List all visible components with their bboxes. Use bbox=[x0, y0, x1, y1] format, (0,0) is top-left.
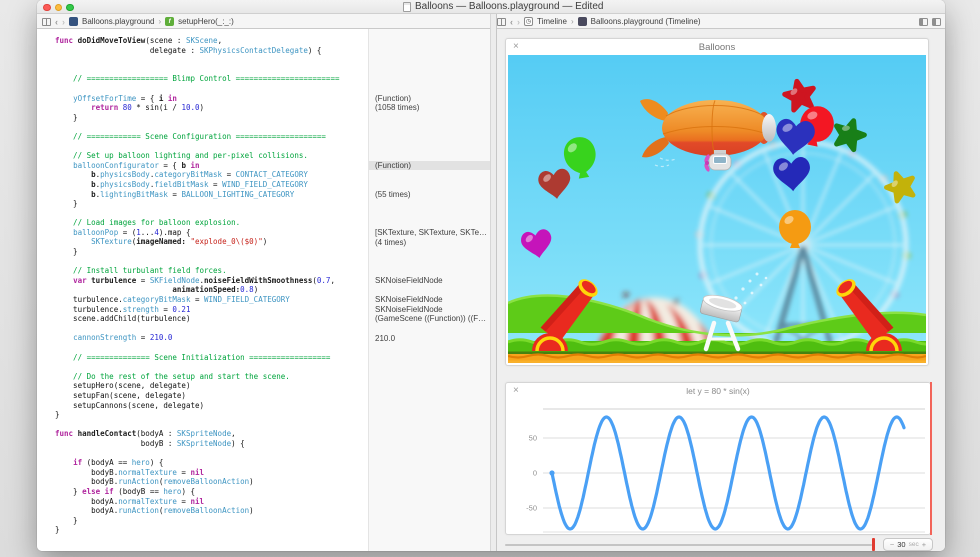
result-value[interactable]: [SKTexture, SKTexture, SKTe… bbox=[369, 228, 490, 238]
scene-result-card: × Balloons bbox=[505, 38, 929, 366]
graph-result-card: × let y = 80 * sin(x) 50 0 -50 bbox=[505, 382, 931, 535]
forward-button[interactable]: › bbox=[517, 17, 520, 27]
graph-card-titlebar: × let y = 80 * sin(x) bbox=[506, 383, 930, 399]
close-icon[interactable]: × bbox=[513, 41, 519, 53]
result-value[interactable]: (1058 times) bbox=[369, 103, 490, 113]
scene-card-titlebar: × Balloons bbox=[506, 39, 928, 55]
timeline-playhead[interactable] bbox=[930, 382, 932, 535]
timeline-scrubber-handle[interactable] bbox=[872, 538, 875, 551]
spritekit-scene-view[interactable] bbox=[508, 55, 926, 363]
split-divider[interactable] bbox=[490, 14, 497, 551]
playground-file-icon bbox=[69, 17, 78, 26]
result-value[interactable]: SKNoiseFieldNode bbox=[369, 305, 490, 315]
xcode-playground-window: Balloons — Balloons.playground — Edited … bbox=[37, 0, 945, 551]
graph-card-title: let y = 80 * sin(x) bbox=[686, 386, 750, 396]
timeline-document-icon bbox=[578, 17, 587, 26]
editor-jump-bar: ‹ › Balloons.playground › f setupHero(_:… bbox=[42, 14, 488, 29]
breadcrumb-timeline[interactable]: Timeline bbox=[537, 17, 567, 26]
timeline-scrubber-track[interactable] bbox=[505, 544, 872, 546]
forward-button[interactable]: › bbox=[62, 17, 65, 27]
result-value[interactable]: 210.0 bbox=[369, 334, 490, 344]
breadcrumb-file[interactable]: Balloons.playground bbox=[82, 17, 155, 26]
close-icon[interactable]: × bbox=[513, 385, 519, 397]
value-history-graph[interactable]: 50 0 -50 bbox=[507, 399, 931, 534]
zoom-window-button[interactable] bbox=[66, 4, 74, 12]
duration-value: 30 bbox=[897, 540, 905, 549]
desktop: Balloons — Balloons.playground — Edited … bbox=[0, 0, 980, 557]
y-axis-label: -50 bbox=[526, 504, 537, 513]
timeline-assistant-panel: × Balloons bbox=[497, 29, 945, 551]
result-value[interactable]: (Function) bbox=[369, 94, 490, 104]
scene-card-title: Balloons bbox=[699, 42, 735, 53]
related-items-icon[interactable] bbox=[497, 18, 506, 26]
related-items-icon[interactable] bbox=[42, 18, 51, 26]
result-value[interactable]: SKNoiseFieldNode bbox=[369, 295, 490, 305]
minimize-window-button[interactable] bbox=[55, 4, 63, 12]
editor-mode-buttons bbox=[919, 18, 941, 26]
duration-unit: sec bbox=[909, 541, 919, 548]
window-content: func doDidMoveToView(scene : SKScene, de… bbox=[37, 29, 945, 551]
decrement-button[interactable]: − bbox=[890, 540, 894, 549]
back-button[interactable]: ‹ bbox=[510, 17, 513, 27]
window-titlebar[interactable]: Balloons — Balloons.playground — Edited bbox=[37, 0, 945, 14]
y-axis-label: 0 bbox=[533, 469, 537, 478]
result-value[interactable]: (4 times) bbox=[369, 238, 490, 248]
timeline-duration-stepper[interactable]: − 30 sec + bbox=[883, 538, 933, 551]
standard-editor-icon[interactable] bbox=[919, 18, 928, 26]
result-value[interactable]: (GameScene ((Function)) ((F… bbox=[369, 314, 490, 324]
traffic-lights bbox=[43, 4, 74, 12]
close-window-button[interactable] bbox=[43, 4, 51, 12]
curve-start-point bbox=[549, 470, 554, 475]
assistant-jump-bar: ‹ › ◷ Timeline › Balloons.playground (Ti… bbox=[497, 14, 941, 29]
source-editor[interactable]: func doDidMoveToView(scene : SKScene, de… bbox=[37, 29, 490, 551]
playground-results-sidebar: (Function)(1058 times)(Function)(55 time… bbox=[368, 29, 490, 551]
breadcrumb-separator: › bbox=[159, 17, 162, 26]
assistant-editor-icon[interactable] bbox=[932, 18, 941, 26]
breadcrumb-symbol[interactable]: setupHero(_:_:) bbox=[178, 17, 234, 26]
timeline-icon: ◷ bbox=[524, 17, 533, 26]
breadcrumb-separator: › bbox=[571, 17, 574, 26]
result-value[interactable]: (55 times) bbox=[369, 190, 490, 200]
window-title: Balloons — Balloons.playground — Edited bbox=[415, 1, 603, 12]
result-value[interactable]: (Function) bbox=[369, 161, 490, 171]
document-proxy-icon[interactable] bbox=[403, 2, 411, 12]
code-text[interactable]: func doDidMoveToView(scene : SKScene, de… bbox=[55, 36, 339, 535]
y-axis-label: 50 bbox=[529, 434, 537, 443]
function-icon: f bbox=[165, 17, 174, 26]
breadcrumb-timeline-doc[interactable]: Balloons.playground (Timeline) bbox=[591, 17, 701, 26]
result-value[interactable]: SKNoiseFieldNode bbox=[369, 276, 490, 286]
back-button[interactable]: ‹ bbox=[55, 17, 58, 27]
increment-button[interactable]: + bbox=[922, 540, 926, 549]
